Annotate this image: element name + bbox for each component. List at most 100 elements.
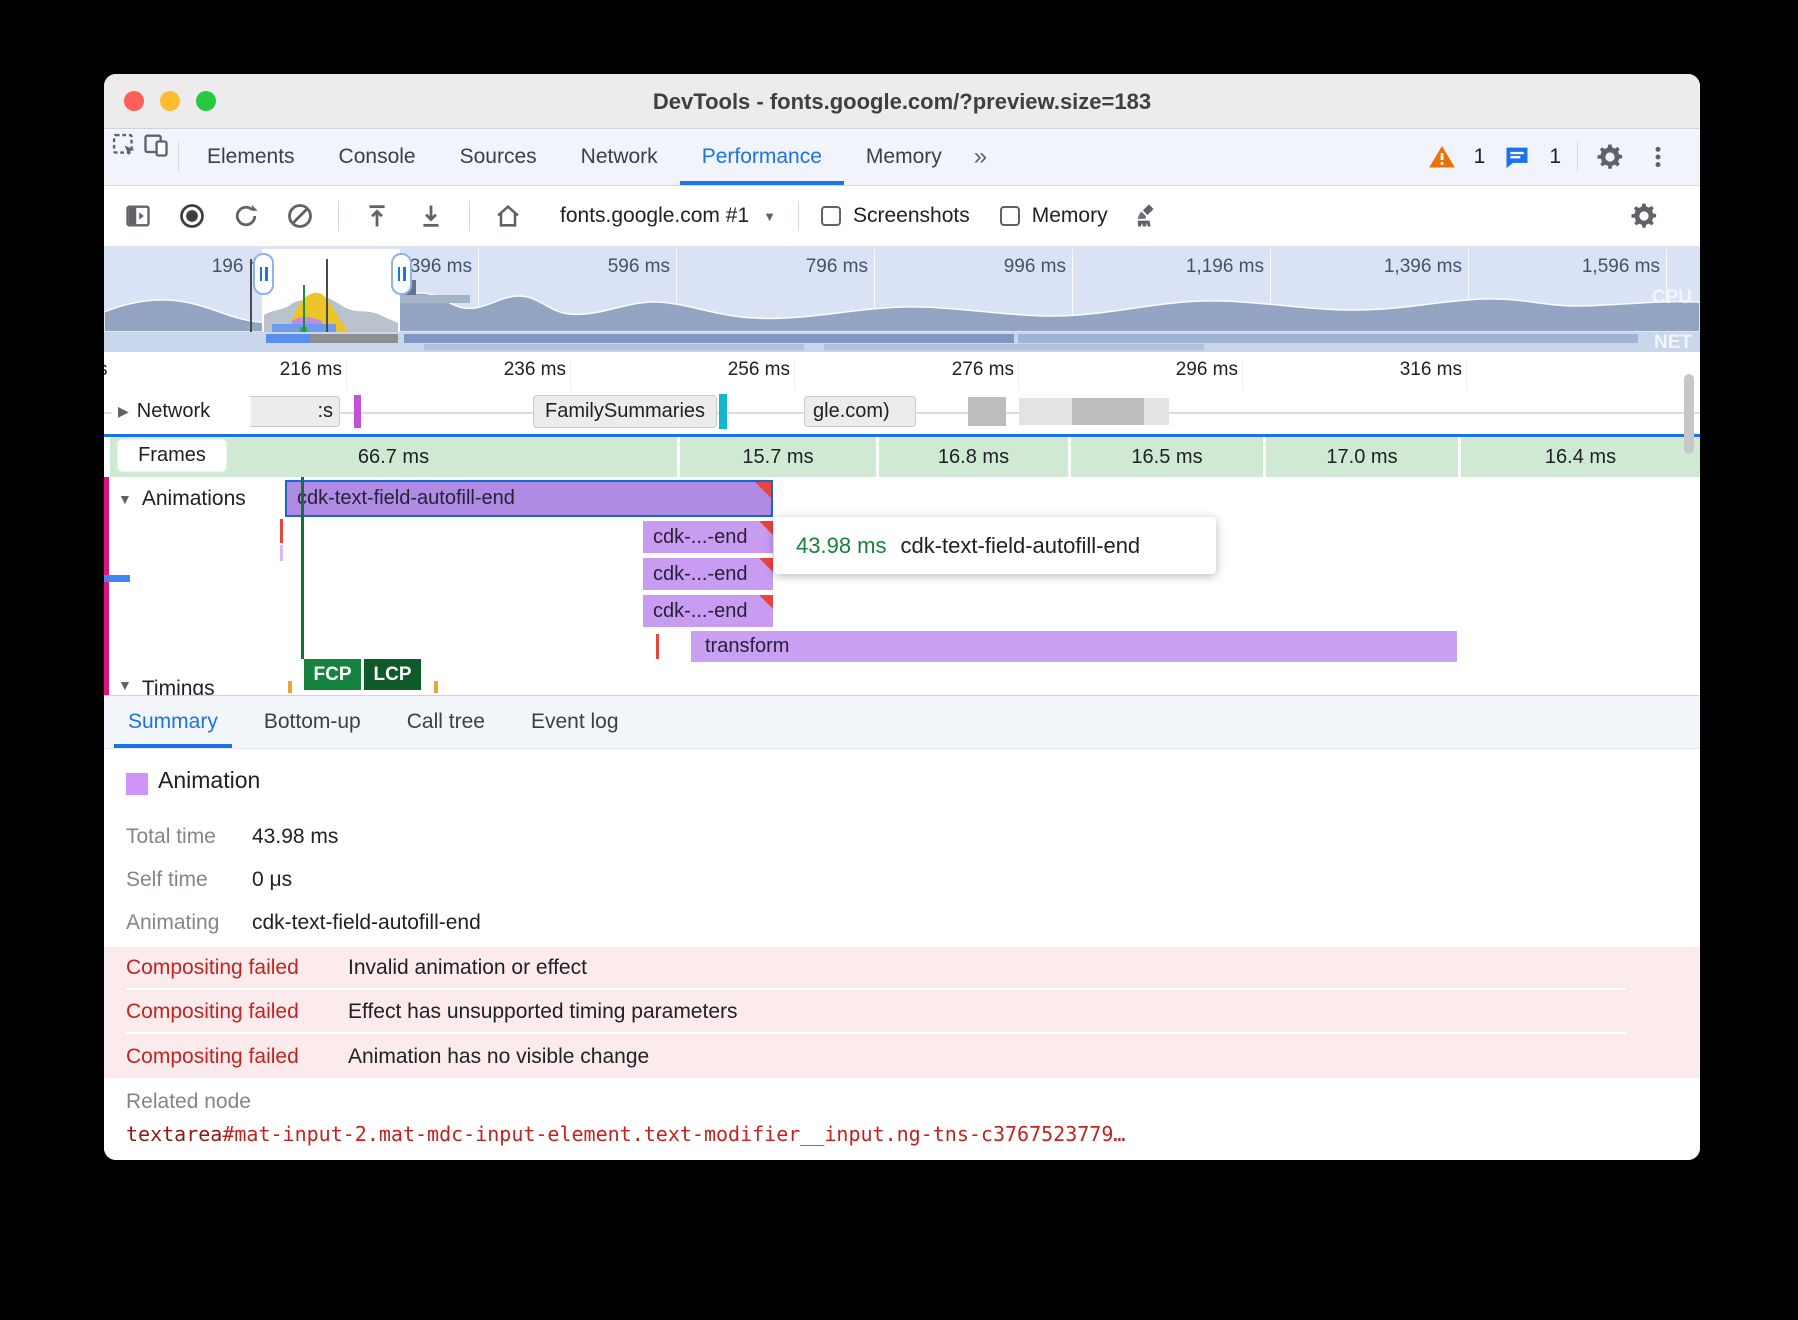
compositing-warning-row: Compositing failed Animation has no visi… [126,1035,1626,1078]
issues-count: 1 [1549,145,1561,169]
timings-track-label: Timings [142,677,215,695]
animations-track-header[interactable]: ▼ Animations [118,487,246,511]
tab-performance[interactable]: Performance [680,129,844,185]
ruler-tick-label: 256 ms [670,359,790,381]
warning-icon[interactable] [1426,141,1458,173]
selection-handle-right[interactable] [391,253,412,295]
tooltip-duration: 43.98 ms [796,533,887,559]
node-selector: #mat-input-2.mat-mdc-input-element.text-… [222,1122,1125,1146]
overview-time-label: 596 ms [550,256,670,278]
frame-segment[interactable]: 16.4 ms [1461,437,1700,477]
tab-bottom-up[interactable]: Bottom-up [250,696,375,748]
selection-handle-left[interactable] [253,253,274,295]
network-track[interactable]: :s ▶ Network FamilySummaries gle.com) [104,391,1700,434]
memory-checkbox[interactable] [1000,206,1020,226]
frame-segment[interactable]: 17.0 ms [1266,437,1458,477]
network-request-block[interactable] [968,397,1006,426]
animation-bar-main[interactable]: cdk-text-field-autofill-end [285,480,773,517]
clear-icon[interactable] [284,200,316,232]
warning-corner-icon [755,482,771,498]
home-icon[interactable] [492,200,524,232]
self-time-value: 0 μs [252,868,292,892]
animation-tick-purple [280,545,283,561]
tab-memory[interactable]: Memory [844,129,964,185]
tab-summary[interactable]: Summary [114,696,232,748]
timings-track-header[interactable]: ▼ Timings [118,677,215,695]
network-guide-line [1169,412,1469,414]
inspect-element-icon[interactable] [108,129,140,161]
overview-time-label: 996 ms [946,256,1066,278]
animation-bar-small[interactable]: cdk-...-end [643,521,773,553]
memory-toggle[interactable]: Memory [1000,204,1108,228]
net-strip [104,332,1700,352]
timings-tick [288,681,292,693]
net-bar-selected [266,334,310,343]
frame-segment[interactable]: 16.5 ms [1071,437,1263,477]
lcp-badge[interactable]: LCP [364,659,421,690]
network-request-pill[interactable]: gle.com) [804,396,916,427]
target-selector-label: fonts.google.com #1 [560,204,749,228]
ruler-overflow-label: s [104,359,112,381]
node-tag: textarea [126,1122,222,1146]
tab-network[interactable]: Network [559,129,680,185]
tab-console[interactable]: Console [317,129,438,185]
animation-bar-transform[interactable]: transform [691,631,1457,662]
save-profile-icon[interactable] [415,200,447,232]
network-request-pill[interactable]: FamilySummaries [533,395,717,428]
target-selector[interactable]: fonts.google.com #1 ▼ [560,204,776,228]
animation-bar-small[interactable]: cdk-...-end [643,558,773,590]
devtools-tabbar: Elements Console Sources Network Perform… [104,129,1700,186]
load-profile-icon[interactable] [361,200,393,232]
issues-message-icon[interactable] [1501,141,1533,173]
kebab-menu-icon[interactable] [1642,141,1674,173]
record-icon[interactable] [176,200,208,232]
titlebar: DevTools - fonts.google.com/?preview.siz… [104,74,1700,129]
screenshots-toggle[interactable]: Screenshots [821,204,970,228]
cpu-strip-label: CPU [1652,287,1692,309]
memory-label: Memory [1032,204,1108,228]
reload-record-icon[interactable] [230,200,262,232]
related-node-value[interactable]: textarea#mat-input-2.mat-mdc-input-eleme… [126,1122,1125,1146]
frames-track[interactable]: 66.7 ms 15.7 ms 16.8 ms 16.5 ms 17.0 ms … [104,434,1700,477]
animations-track[interactable]: ▼ Animations cdk-text-field-autofill-end… [104,477,1700,695]
toggle-sidebar-icon[interactable] [122,200,154,232]
tab-sources[interactable]: Sources [438,129,559,185]
net-bar [824,344,1204,350]
more-tabs-icon[interactable]: » [964,129,997,185]
detail-ruler: s 216 ms 236 ms 256 ms 276 ms 296 ms 316… [104,352,1700,391]
devtools-window: DevTools - fonts.google.com/?preview.siz… [104,74,1700,1160]
warning-corner-icon [759,558,773,572]
compositing-warning-row: Compositing failed Invalid animation or … [126,947,1626,990]
network-marker-violet [354,395,361,428]
animating-value: cdk-text-field-autofill-end [252,911,481,935]
frame-segment[interactable]: 15.7 ms [680,437,876,477]
tooltip-name: cdk-text-field-autofill-end [901,533,1141,559]
tab-elements[interactable]: Elements [185,129,317,185]
animation-legend-swatch [126,773,148,795]
animation-bar-small[interactable]: cdk-...-end [643,595,773,627]
settings-gear-icon[interactable] [1594,141,1626,173]
legend-label: Animation [158,767,260,794]
tab-call-tree[interactable]: Call tree [393,696,499,748]
collect-garbage-icon[interactable] [1130,200,1162,232]
tab-event-log[interactable]: Event log [517,696,633,748]
network-marker-cyan [719,394,727,429]
expand-right-icon: ▶ [118,403,129,420]
toolbar-divider [469,201,470,231]
network-track-header[interactable]: ▶ Network [112,395,250,428]
device-toolbar-icon[interactable] [140,129,172,161]
compositing-failed-message: Animation has no visible change [348,1045,649,1069]
net-strip-label: NET [1654,332,1692,352]
net-bar [404,334,1014,343]
frame-segment[interactable]: 16.8 ms [879,437,1068,477]
timeline-overview[interactable]: 196 ms 396 ms 596 ms 796 ms 996 ms 1,196… [104,247,1700,352]
compositing-failed-message: Effect has unsupported timing parameters [348,1000,738,1024]
capture-settings-gear-icon[interactable] [1628,200,1660,232]
overview-event-line [326,259,328,332]
vertical-scrollbar-thumb[interactable] [1684,374,1694,454]
ruler-tick-label: 236 ms [446,359,566,381]
fcp-badge[interactable]: FCP [304,659,361,690]
screenshots-checkbox[interactable] [821,206,841,226]
ruler-tick-label: 216 ms [222,359,342,381]
compositing-failed-message: Invalid animation or effect [348,956,587,980]
